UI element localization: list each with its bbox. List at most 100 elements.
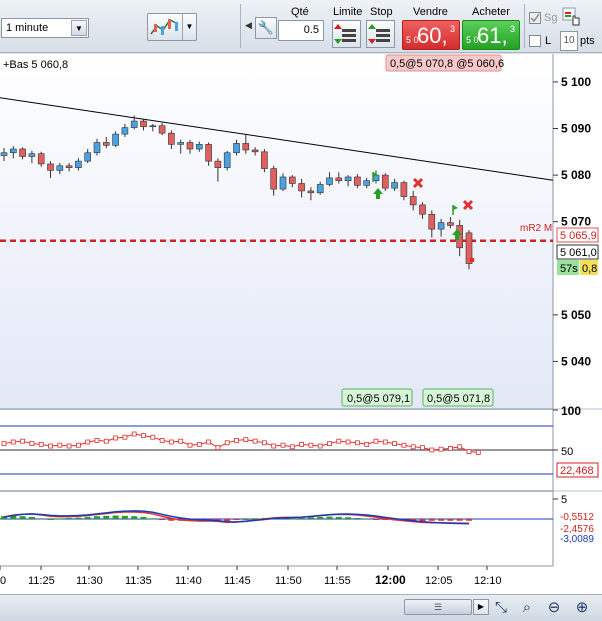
macd-histogram-bar [345,517,352,519]
sell-price-big: 60, [417,23,448,48]
macd-histogram-bar [19,516,26,519]
candle-body [419,204,426,215]
chart-area[interactable]: 5 100 5 090 5 080 5 070 5 050 5 040 100 50 5 0… [0,54,602,594]
zoom-fit-icon[interactable]: ⌕ [517,598,537,618]
rsi-point [457,444,463,450]
macd-value-3: -3,0089 [560,534,594,545]
price-tick-label: 5 100 [561,75,591,89]
candle-body [19,148,26,157]
price-panel[interactable] [0,54,553,408]
stop-order-icon [368,24,390,44]
price-tick-label: 5 070 [561,215,591,229]
hand-pointer-icon[interactable] [562,7,582,27]
price-tick-label: 5 040 [561,354,591,368]
rsi-point [206,439,212,445]
time-tick-label: 0 [0,575,6,587]
price-chart[interactable]: 5 1005 0905 0805 0705 0505 040 10050 5 0… [0,54,602,594]
pts-label: pts [580,35,595,47]
rsi-point [215,445,221,451]
candle-body [84,152,91,162]
rsi-point [243,437,249,443]
candle-body [344,176,352,181]
rsi-point [336,438,342,444]
candle-body [298,183,305,192]
macd-histogram-bar [447,519,454,521]
rsi-point [103,438,109,444]
scroll-right-icon[interactable]: ▶ [473,599,489,615]
candle-body [279,176,287,190]
rsi-point [373,438,379,444]
macd-histogram-bar [363,518,370,520]
wrench-icon[interactable]: 🔧 [255,17,277,39]
buy-button[interactable]: 5 0 61, 3 [462,20,520,50]
rsi-point [429,447,435,453]
candle-body [130,120,138,128]
macd-histogram-bar [242,519,249,520]
time-tick-label: 11:30 [76,575,103,587]
points-stepper[interactable]: 10 [560,31,578,51]
chevron-down-icon[interactable]: ▼ [71,20,87,36]
chart-fit-icon[interactable]: ⤡ [491,598,511,618]
rsi-point [66,443,72,449]
order-tag-2-text: 0,5@5 071,8 [427,393,490,405]
current-price: 5 061,0 [560,247,597,259]
sg-checkbox[interactable] [529,12,541,24]
mr2-label: mR2 M [520,223,552,234]
candle-body [186,142,194,150]
order-tag-1-text: 0,5@5 079,1 [347,393,410,405]
limit-order-button[interactable] [332,20,361,48]
candle-body [242,143,250,151]
macd-histogram-bar [149,518,156,520]
macd-histogram-bar [298,517,305,519]
sell-button[interactable]: 5 0 60, 3 [402,20,460,50]
countdown: 57s [560,263,578,275]
candle-body [354,176,361,186]
macd-histogram-bar [438,519,445,521]
macd-histogram-bar [84,516,91,519]
macd-panel[interactable] [0,492,553,566]
rsi-point [327,441,332,447]
chevron-down-icon[interactable]: ▼ [182,14,196,40]
macd-histogram-bar [103,515,110,519]
zoom-out-icon[interactable]: ⊖ [544,598,564,618]
quantity-input[interactable]: 0.5 [278,20,324,41]
check-icon [530,13,540,23]
rsi-point [392,441,398,447]
l-checkbox[interactable] [529,35,541,47]
time-tick-label: 11:55 [324,575,351,587]
candle-body [391,182,398,189]
rsi-point [364,441,370,447]
candle-body [326,177,333,185]
buy-price-big: 61, [477,23,508,48]
chart-type-button[interactable]: ▼ [147,13,197,41]
rsi-point [150,434,156,440]
rsi-point [113,435,118,441]
candle-body [205,144,212,162]
candlestick-chart-icon [150,19,179,35]
rsi-point [261,440,267,446]
candle-body [121,127,129,135]
rsi-point [122,434,128,440]
rsi-point [410,444,416,450]
stop-order-button[interactable] [366,20,395,48]
collapse-arrow-icon[interactable]: ◀ [245,20,252,31]
rsi-point [475,449,481,455]
macd-histogram-bar [466,519,472,521]
spread: 0,8 [582,263,597,275]
macd-histogram-bar [38,518,45,520]
rsi-point [234,437,239,443]
time-tick-label: 11:50 [275,575,302,587]
scrollbar-thumb[interactable]: ☰ [404,599,472,615]
last-price-dot [469,257,475,263]
rsi-point [354,440,360,446]
rsi-point [141,433,146,439]
candle-body [288,176,296,184]
zoom-in-icon[interactable]: ⊕ [572,598,592,618]
macd-histogram-bar [131,516,138,519]
macd-histogram-bar [317,516,324,519]
timeframe-select[interactable]: 1 minute ▼ [1,18,89,38]
macd-histogram-bar [335,516,342,519]
stop-label: Stop [370,6,393,18]
low-label: +Bas 5 060,8 [3,59,68,71]
rsi-point [447,445,453,451]
